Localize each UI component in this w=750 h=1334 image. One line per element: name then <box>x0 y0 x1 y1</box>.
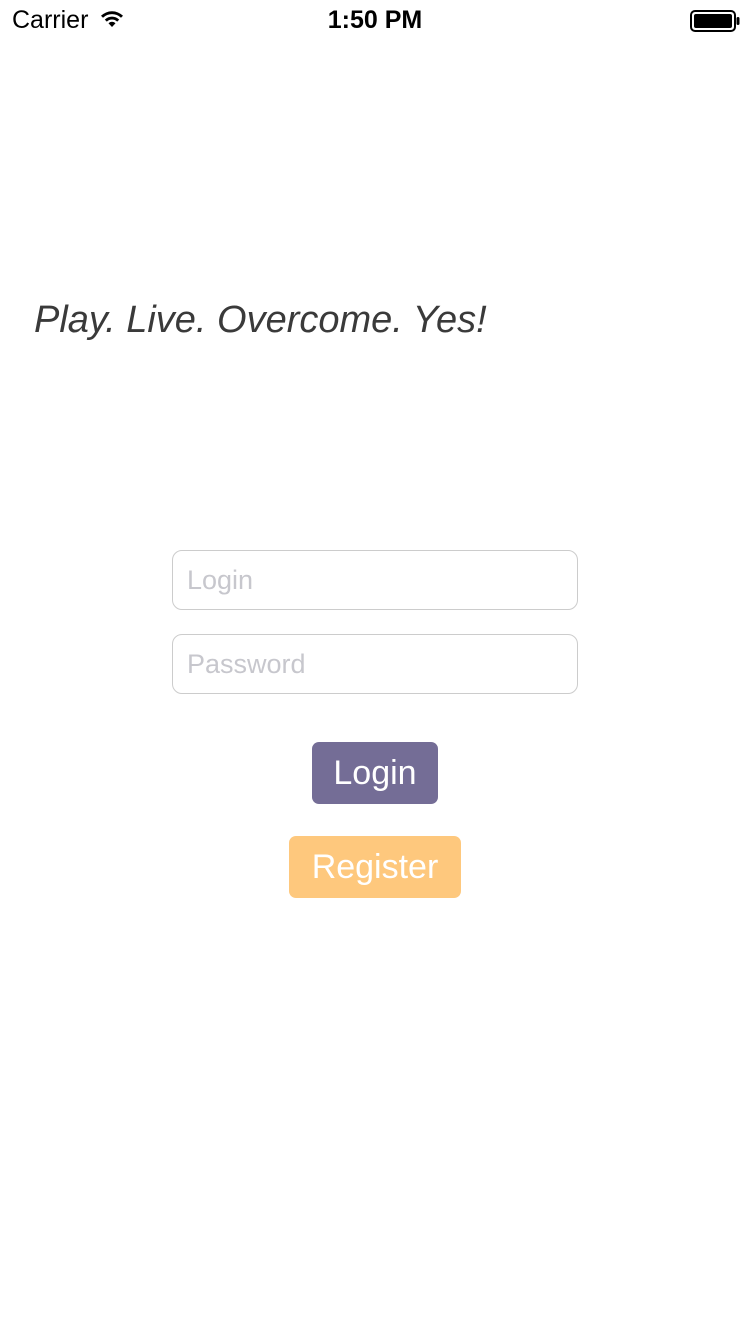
login-button[interactable]: Login <box>312 742 438 804</box>
battery-full-icon <box>690 10 740 32</box>
tagline: Play. Live. Overcome. Yes! <box>34 299 487 341</box>
register-button[interactable]: Register <box>289 836 461 898</box>
status-time: 1:50 PM <box>327 6 423 34</box>
password-input[interactable] <box>172 634 578 694</box>
status-bar: Carrier 1:50 PM <box>0 0 750 40</box>
login-input[interactable] <box>172 550 578 610</box>
